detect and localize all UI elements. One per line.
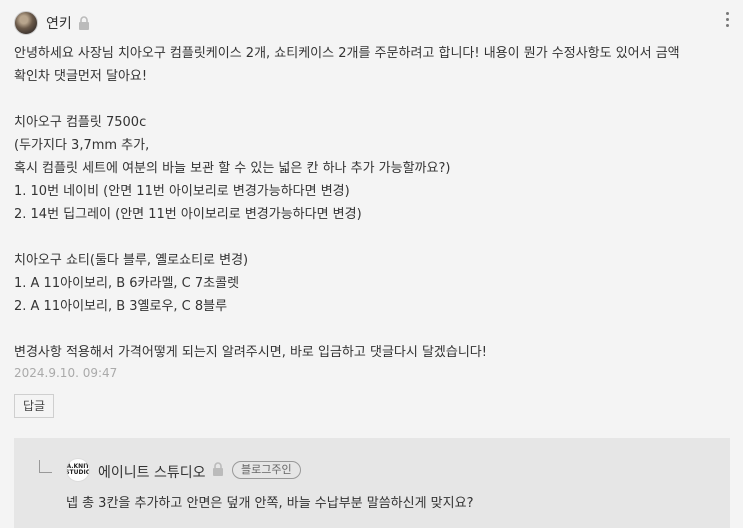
lock-icon: [78, 16, 89, 30]
comment-date: 2024.9.10. 09:47: [14, 366, 118, 380]
comment-author[interactable]: 연키: [46, 13, 72, 33]
comment-body: 안녕하세요 사장님 치아오구 컴플릿케이스 2개, 쇼티케이스 2개를 주문하려…: [14, 46, 680, 360]
lock-icon: [213, 462, 223, 476]
reply-button[interactable]: 답글: [14, 394, 55, 418]
reply-text: 넵 총 3칸을 추가하고 안면은 덮개 안쪽, 바늘 수납부분 말씀하신게 맞지…: [66, 496, 474, 511]
reply-arrow-icon: [39, 460, 52, 473]
avatar[interactable]: [14, 11, 38, 35]
comment-header: 연키: [14, 11, 90, 35]
more-dot: [725, 17, 729, 21]
reply-avatar[interactable]: A.KNIT STUDIO: [66, 458, 90, 482]
more-dot: [725, 23, 729, 27]
reply-container: A.KNIT STUDIO 에이니트 스튜디오 블로그주인 넵 총 3칸을 추가…: [14, 438, 730, 528]
blog-owner-badge: 블로그주인: [232, 461, 301, 479]
reply-author[interactable]: 에이니트 스튜디오: [98, 462, 206, 482]
more-vertical-icon[interactable]: [721, 10, 733, 28]
more-dot: [725, 11, 729, 15]
